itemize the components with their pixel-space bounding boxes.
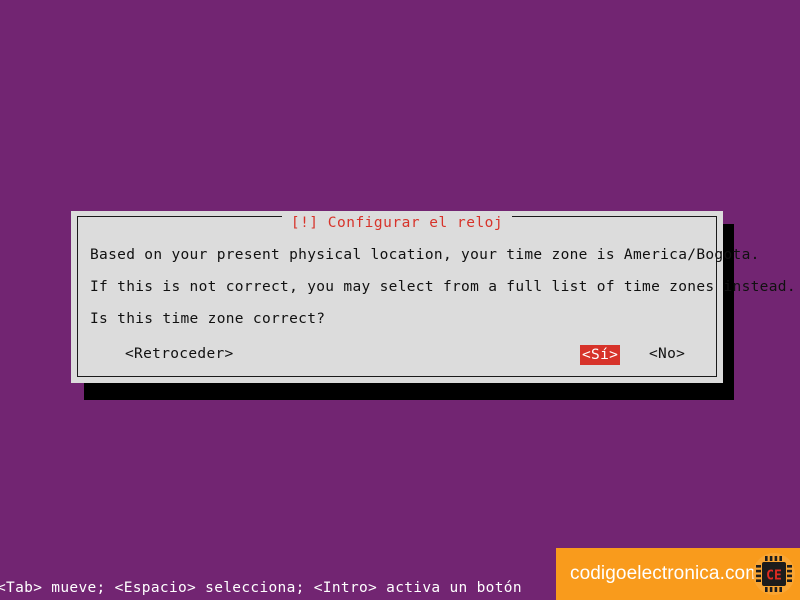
dialog-inner-frame: [!] Configurar el reloj Based on your pr… <box>77 215 796 377</box>
dialog-text-line-3: Is this time zone correct? <box>90 311 326 327</box>
dialog-text-line-2: If this is not correct, you may select f… <box>90 279 796 295</box>
yes-button[interactable]: <Sí> <box>580 345 621 365</box>
site-watermark: codigoelectronica.com CE <box>556 548 800 600</box>
microchip-logo-label: CE <box>766 569 782 584</box>
dialog-title-text: [!] Configurar el reloj <box>281 215 513 232</box>
go-back-button[interactable]: <Retroceder> <box>124 345 235 363</box>
configure-clock-dialog: [!] Configurar el reloj Based on your pr… <box>71 211 796 383</box>
no-button[interactable]: <No> <box>648 345 686 363</box>
watermark-site-name: codigoelectronica.com <box>570 563 762 584</box>
dialog-title-bar: [!] Configurar el reloj <box>78 215 716 233</box>
keyboard-help-text: <Tab> mueve; <Espacio> selecciona; <Intr… <box>0 580 522 596</box>
dialog-text-line-1: Based on your present physical location,… <box>90 247 760 263</box>
installer-screen: [!] Configurar el reloj Based on your pr… <box>0 0 800 600</box>
microchip-icon: CE <box>753 553 795 595</box>
